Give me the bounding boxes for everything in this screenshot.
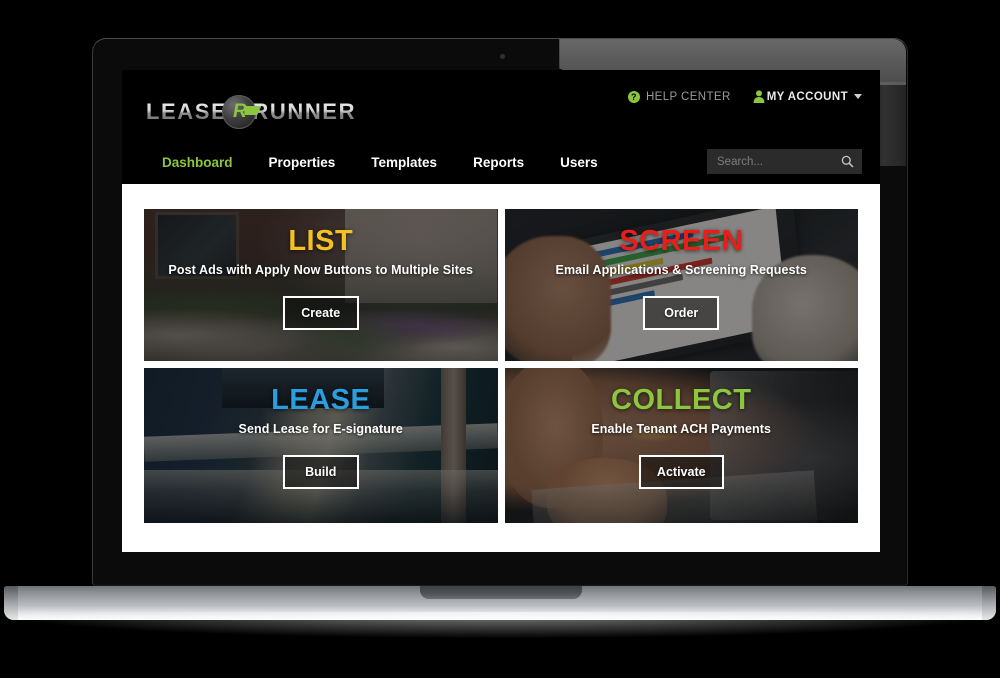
card-subtitle-collect: Enable Tenant ACH Payments [591,422,772,437]
laptop-base-right-edge [982,586,996,620]
activate-button[interactable]: Activate [638,455,724,490]
search-box[interactable] [707,149,862,174]
laptop-base-left-edge [4,586,18,620]
card-title-screen: SCREEN [619,225,744,257]
nav-item-dashboard[interactable]: Dashboard [144,155,251,170]
help-center-link[interactable]: ? HELP CENTER [627,90,731,103]
page-content: LIST Post Ads with Apply Now Buttons to … [122,184,880,523]
card-title-collect: COLLECT [611,384,752,416]
chevron-down-icon [854,94,862,99]
person-icon [753,90,765,103]
logo-lr-badge: R [222,95,262,129]
site-header: LEASE R RUNNER ? HELP CENTER MY ACCOUNT … [122,70,880,184]
order-button[interactable]: Order [643,296,720,331]
nav-item-users[interactable]: Users [542,155,616,170]
build-button[interactable]: Build [282,455,359,490]
my-account-menu[interactable]: MY ACCOUNT [753,90,862,103]
nav-item-templates[interactable]: Templates [353,155,455,170]
nav-item-list: Dashboard Properties Templates Reports U… [122,155,616,170]
search-input[interactable] [715,154,841,169]
question-circle-icon: ? [627,90,640,103]
dashboard-card-screen[interactable]: SCREEN Email Applications & Screening Re… [504,209,858,361]
nav-item-reports[interactable]: Reports [455,155,542,170]
laptop-mockup: LEASE R RUNNER ? HELP CENTER MY ACCOUNT … [0,0,1000,678]
card-subtitle-lease: Send Lease for E-signature [238,422,403,437]
dashboard-card-lease[interactable]: LEASE Send Lease for E-signature Build [144,368,498,523]
laptop-screen: LEASE R RUNNER ? HELP CENTER MY ACCOUNT … [122,70,880,552]
card-title-lease: LEASE [271,384,371,416]
laptop-base-notch [420,586,582,599]
my-account-label: MY ACCOUNT [766,90,848,103]
search-icon[interactable] [841,155,854,168]
main-navigation: Dashboard Properties Templates Reports U… [122,140,880,184]
dashboard-card-list[interactable]: LIST Post Ads with Apply Now Buttons to … [144,209,498,361]
dashboard-card-collect[interactable]: COLLECT Enable Tenant ACH Payments Activ… [504,368,858,523]
card-subtitle-screen: Email Applications & Screening Requests [555,263,807,278]
card-title-list: LIST [288,225,354,257]
header-utility-nav: ? HELP CENTER MY ACCOUNT [627,90,862,103]
nav-item-properties[interactable]: Properties [251,155,354,170]
brand-logo[interactable]: LEASE R RUNNER [146,95,356,129]
help-center-label: HELP CENTER [645,90,731,103]
card-subtitle-list: Post Ads with Apply Now Buttons to Multi… [168,263,474,278]
browser-viewport: LEASE R RUNNER ? HELP CENTER MY ACCOUNT … [122,70,880,552]
dashboard-card-grid: LIST Post Ads with Apply Now Buttons to … [144,209,858,523]
logo-text-lease: LEASE [146,99,228,124]
logo-text-runner: RUNNER [252,99,357,124]
create-button[interactable]: Create [282,296,359,331]
webcam-dot [500,54,505,59]
